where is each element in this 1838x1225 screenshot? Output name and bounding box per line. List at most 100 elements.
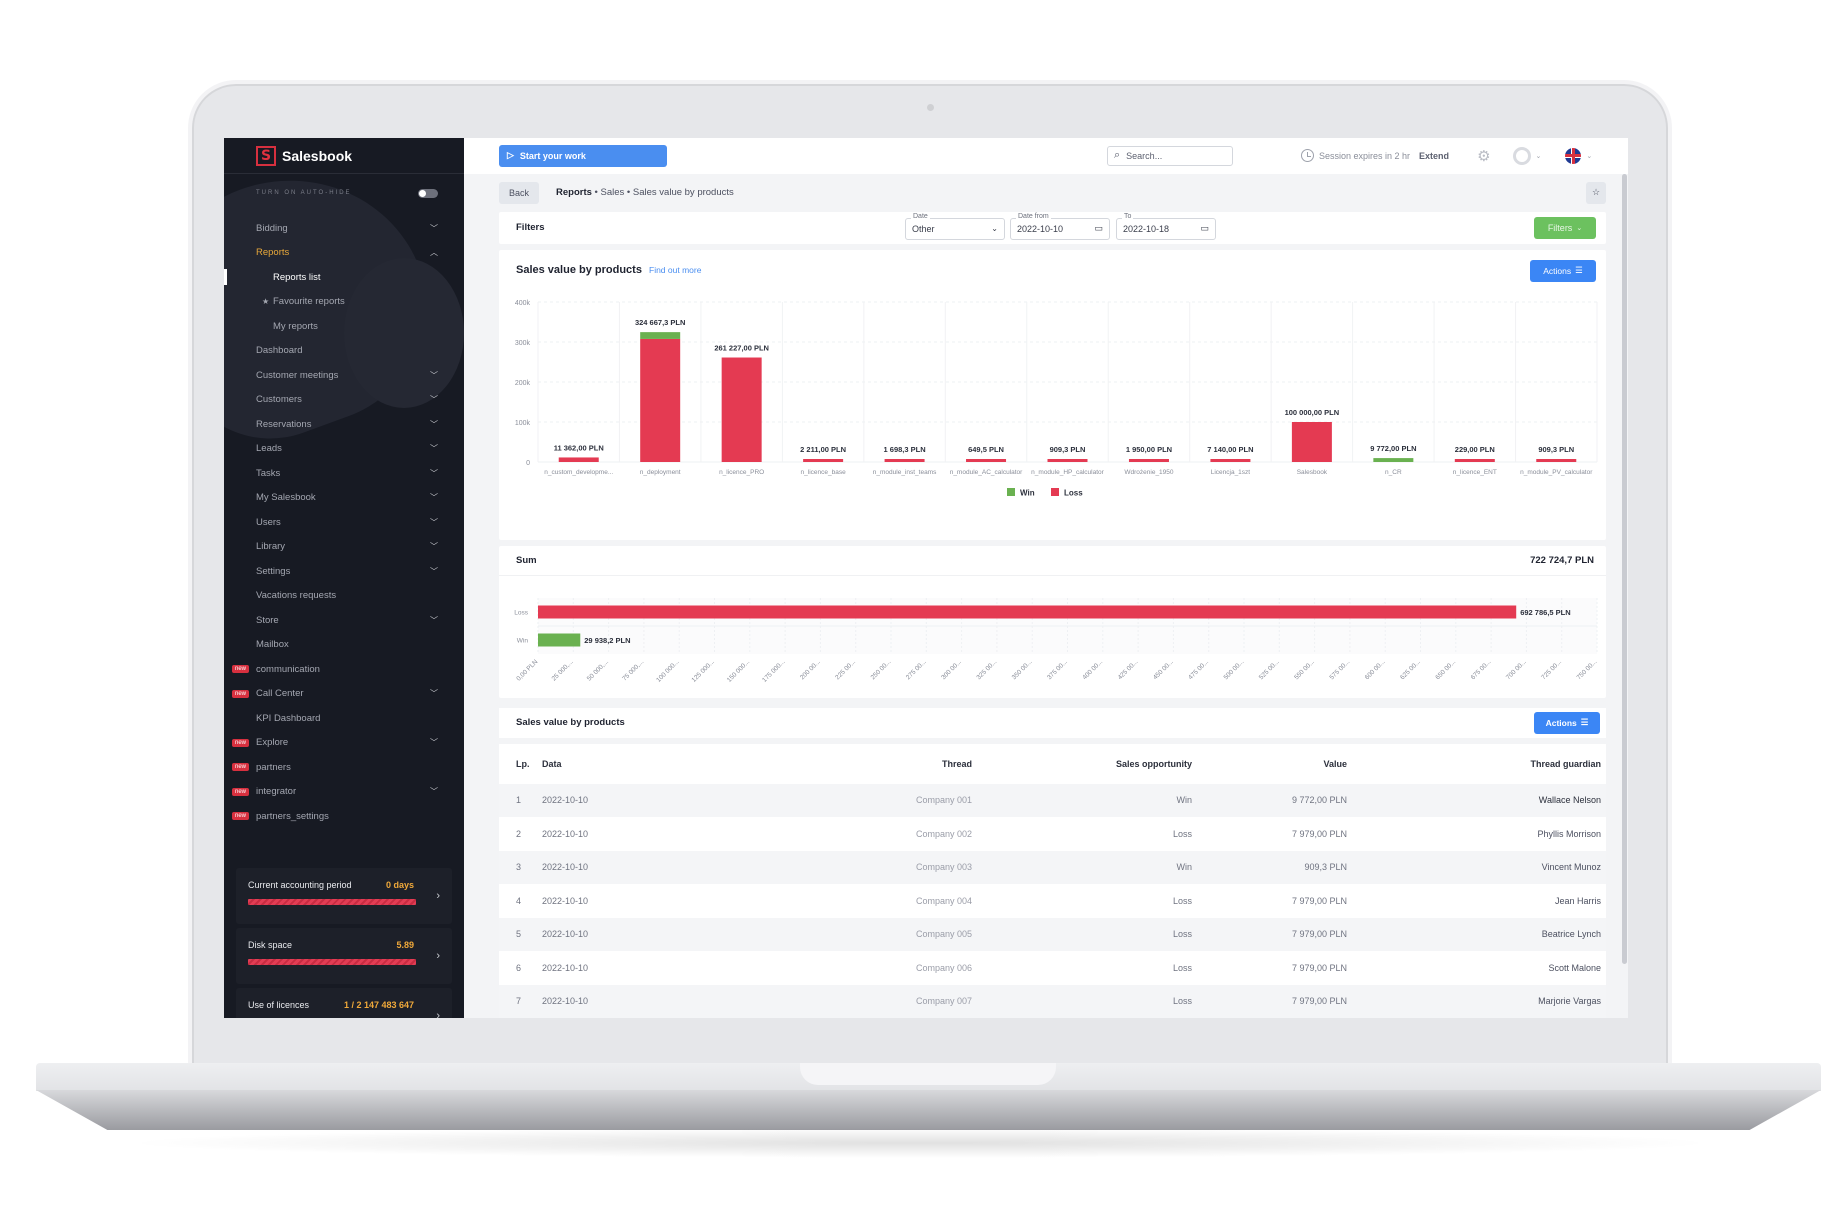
sidebar-item-customers[interactable]: Customers ﹀ — [224, 388, 464, 413]
cell-thread-guardian: Wallace Nelson — [1352, 783, 1606, 817]
sidebar-item-favourite-reports[interactable]: ★ Favourite reports — [224, 290, 464, 315]
calendar-icon[interactable]: ▭ — [1200, 223, 1209, 234]
table-actions-button[interactable]: Actions ☰ — [1534, 711, 1600, 734]
table-row[interactable]: 5 2022-10-10 Company 005 Loss 7 979,00 PLN Be… — [499, 917, 1606, 951]
sidebar-item-integrator[interactable]: new integrator ﹀ — [224, 780, 464, 805]
chevron-down-icon[interactable]: ⌄ — [1586, 152, 1592, 160]
cell-thread-guardian: Jean Harris — [1554, 895, 1601, 906]
breadcrumb-sales[interactable]: Sales — [601, 187, 625, 198]
col-thread-guardian[interactable]: Thread guardian — [1352, 744, 1606, 784]
sidebar-item-my-salesbook[interactable]: My Salesbook ﹀ — [224, 486, 464, 511]
x-tick-label: 550 00... — [1293, 658, 1316, 681]
table-row[interactable]: 1 2022-10-10 Company 001 Win 9 772,00 PLN Wal… — [499, 783, 1606, 817]
date-to-field[interactable]: To 2022-10-18 ▭ — [1116, 212, 1216, 240]
breadcrumb: Reports • Sales • Sales value by product… — [556, 187, 734, 198]
table-row[interactable]: 4 2022-10-10 Company 004 Loss 7 979,00 PLN Je… — [499, 884, 1606, 918]
chevron-down-icon: ﹀ — [430, 615, 438, 625]
sidebar-item-customer-meetings[interactable]: Customer meetings ﹀ — [224, 363, 464, 388]
sidebar-item-vacations-requests[interactable]: Vacations requests — [224, 584, 464, 609]
brand-name: Salesbook — [282, 147, 353, 164]
col-lp[interactable]: Lp. — [499, 744, 537, 784]
stat-card-current-accounting-period[interactable]: Current accounting period 0 days › — [236, 868, 452, 924]
autohide-row: TURN ON AUTO-HIDE — [224, 174, 464, 212]
table-row[interactable]: 2 2022-10-10 Company 002 Loss 7 979,00 PLN Ph… — [499, 817, 1606, 851]
sidebar-item-mailbox[interactable]: Mailbox — [224, 633, 464, 658]
bar-data-label: 2 211,00 PLN — [800, 445, 846, 454]
back-button[interactable]: Back — [499, 181, 539, 204]
sidebar-item-explore[interactable]: new Explore ﹀ — [224, 731, 464, 756]
chevron-down-icon: ﹀ — [430, 542, 438, 552]
sidebar-item-partners[interactable]: new partners — [224, 755, 464, 780]
main-area: ▷ Start your work ⌕ Search... Session ex… — [464, 138, 1628, 1018]
uk-flag-icon[interactable] — [1565, 147, 1582, 164]
x-tick-label: 625 00... — [1399, 658, 1422, 681]
bar-data-label: 7 140,00 PLN — [1207, 445, 1253, 454]
date-from-field[interactable]: Date from 2022-10-10 ▭ — [1010, 212, 1110, 240]
table-row[interactable]: 7 2022-10-10 Company 007 Loss 7 979,00 PLN Ma… — [499, 984, 1606, 1018]
clock-icon — [1301, 149, 1314, 163]
sidebar-item-dashboard[interactable]: Dashboard — [224, 339, 464, 364]
x-tick-label: 675 00... — [1470, 658, 1493, 681]
sidebar-item-label: Library — [256, 541, 286, 553]
chevron-down-icon: ﹀ — [430, 566, 438, 576]
sidebar-item-kpi-dashboard[interactable]: KPI Dashboard — [224, 706, 464, 731]
calendar-icon[interactable]: ▭ — [1094, 223, 1103, 234]
sidebar-item-partners-settings[interactable]: new partners_settings — [224, 804, 464, 829]
start-work-button[interactable]: ▷ Start your work — [499, 144, 667, 167]
stat-card-use-of-licences[interactable]: Use of licences 1 / 2 147 483 647 › — [236, 988, 452, 1018]
new-badge: new — [232, 665, 250, 674]
col-thread[interactable]: Thread — [657, 744, 977, 784]
x-tick-label: 475 00... — [1187, 658, 1210, 681]
sidebar-item-label: Customer meetings — [256, 369, 339, 381]
sidebar-item-my-reports[interactable]: My reports — [224, 314, 464, 339]
sidebar-item-label: Users — [256, 516, 281, 528]
sidebar-item-store[interactable]: Store ﹀ — [224, 608, 464, 633]
gear-icon[interactable]: ⚙ — [1477, 147, 1490, 165]
sidebar-item-label: Vacations requests — [256, 590, 337, 602]
sum-card: Sum 722 724,7 PLN 0,00 PLN 25 000,... 50 0… — [499, 545, 1606, 698]
autohide-toggle[interactable] — [418, 188, 438, 198]
x-tick-label: 150 000... — [726, 658, 752, 684]
x-tick-label: 0,00 PLN — [515, 658, 539, 682]
chevron-down-icon: ﹀ — [430, 468, 438, 478]
sidebar-item-tasks[interactable]: Tasks ﹀ — [224, 461, 464, 486]
sidebar-item-reports-list[interactable]: Reports list — [224, 265, 464, 290]
logo[interactable]: S Salesbook — [224, 138, 464, 174]
col-value[interactable]: Value — [1197, 744, 1352, 784]
col-data[interactable]: Data — [537, 744, 657, 784]
sidebar-item-reservations[interactable]: Reservations ﹀ — [224, 412, 464, 437]
cell-thread-guardian: Scott Malone — [1548, 962, 1601, 973]
sidebar-nav: Bidding ﹀ Reports ︿ Reports list ★ Favourite r… — [224, 212, 464, 829]
cell-sales-opportunity: Loss — [977, 984, 1197, 1018]
chevron-down-icon[interactable]: ⌄ — [1536, 152, 1542, 160]
table-row[interactable]: 6 2022-10-10 Company 006 Loss 7 979,00 PLN Sc… — [499, 951, 1606, 985]
scrollbar-thumb[interactable] — [1622, 174, 1627, 964]
sidebar-item-communication[interactable]: new communication — [224, 657, 464, 682]
autohide-label: TURN ON AUTO-HIDE — [256, 190, 352, 196]
stat-value: 1 / 2 147 483 647 — [343, 1000, 414, 1010]
cell-value: 7 979,00 PLN — [1197, 984, 1352, 1018]
stat-card-disk-space[interactable]: Disk space 5.89 › — [236, 928, 452, 984]
date-select[interactable]: Date Other ⌄ — [905, 212, 1005, 240]
table-row[interactable]: 3 2022-10-10 Company 003 Win 909,3 PLN Vincen… — [499, 850, 1606, 884]
search-input[interactable]: ⌕ Search... — [1107, 145, 1233, 166]
bar-data-label: 909,3 PLN — [1538, 445, 1574, 454]
sidebar-item-reports[interactable]: Reports ︿ — [224, 241, 464, 266]
sidebar-item-call-center[interactable]: new Call Center ﹀ — [224, 682, 464, 707]
breadcrumb-reports[interactable]: Reports — [556, 187, 592, 198]
sidebar-item-users[interactable]: Users ﹀ — [224, 510, 464, 535]
laptop-notch — [800, 1063, 1056, 1085]
cell-lp: 1 — [499, 783, 537, 817]
sidebar-item-leads[interactable]: Leads ﹀ — [224, 437, 464, 462]
sidebar-item-library[interactable]: Library ﹀ — [224, 535, 464, 560]
col-sales-opportunity[interactable]: Sales opportunity — [977, 744, 1197, 784]
cell-sales-opportunity: Loss — [1172, 895, 1192, 906]
filters-button[interactable]: Filters ⌄ — [1534, 216, 1596, 239]
sidebar-item-settings[interactable]: Settings ﹀ — [224, 559, 464, 584]
cell-sales-opportunity: Loss — [1172, 828, 1192, 839]
cell-date: 2022-10-10 — [542, 828, 589, 839]
avatar[interactable] — [1512, 146, 1531, 165]
sidebar-item-bidding[interactable]: Bidding ﹀ — [224, 216, 464, 241]
favourite-button[interactable]: ☆ — [1586, 181, 1606, 204]
extend-session-link[interactable]: Extend — [1419, 151, 1449, 161]
